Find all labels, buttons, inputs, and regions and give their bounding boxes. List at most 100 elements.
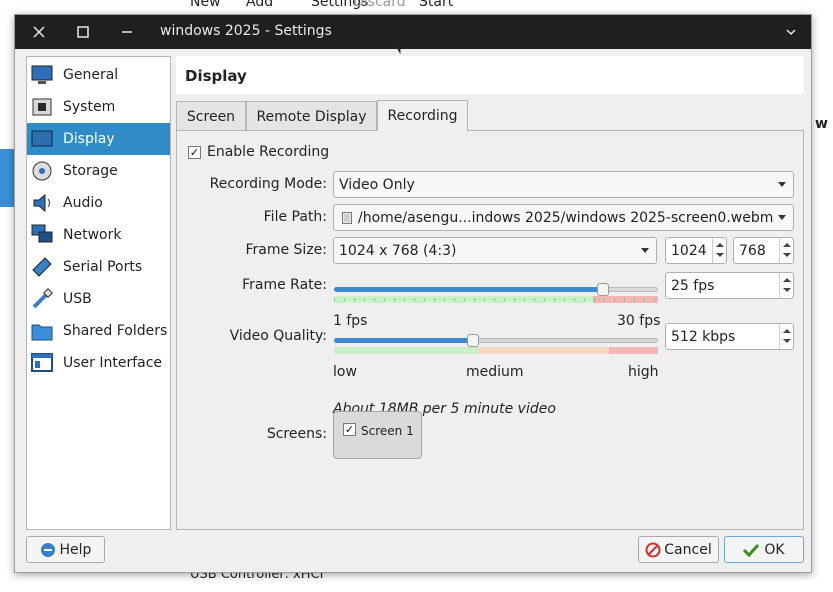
slider-fill	[334, 338, 473, 343]
tab-label: Screen	[186, 108, 236, 125]
sidebar-item-label: Shared Folders	[63, 323, 168, 339]
help-button[interactable]: Help	[26, 536, 105, 563]
spin-arrows-icon[interactable]	[779, 324, 793, 349]
spin-arrows-icon[interactable]	[779, 273, 793, 298]
tab-screen[interactable]: Screen	[176, 101, 246, 131]
sidebar-item-label: Serial Ports	[63, 259, 143, 275]
spin-arrows-icon[interactable]	[779, 238, 793, 263]
background-vm-list	[0, 30, 14, 590]
settings-dialog: windows 2025 - Settings General System D…	[14, 14, 812, 573]
help-icon	[40, 542, 55, 557]
recording-mode-value: Video Only	[339, 176, 415, 193]
slider-zones	[334, 347, 658, 354]
slider-handle[interactable]	[597, 283, 609, 296]
frame-height-spinbox[interactable]: 768	[733, 237, 794, 264]
checkmark-icon	[743, 543, 760, 557]
sidebar-item-label: Network	[63, 227, 122, 243]
sidebar-item-user-interface[interactable]: User Interface	[27, 347, 170, 379]
frame-rate-label: Frame Rate:	[242, 277, 327, 293]
bg-menu-add: Add	[246, 0, 274, 10]
bg-right-letter: w	[815, 116, 828, 132]
frame-rate-value: 25 fps	[671, 277, 715, 294]
minimize-icon	[122, 31, 132, 33]
disk-icon	[30, 159, 54, 183]
frame-size-select[interactable]: 1024 x 768 (4:3)	[333, 237, 657, 264]
usb-icon	[30, 287, 54, 311]
titlebar: windows 2025 - Settings	[15, 15, 811, 49]
sidebar-item-label: System	[63, 99, 116, 115]
file-icon	[342, 211, 352, 224]
recording-panel: ✓ Enable Recording Recording Mode: Video…	[176, 130, 804, 530]
speaker-icon	[30, 191, 54, 215]
settings-sidebar: General System Display Storage Audio Net…	[26, 56, 171, 530]
network-icon	[30, 223, 54, 247]
sidebar-item-system[interactable]: System	[27, 91, 170, 123]
close-window-button[interactable]	[28, 21, 50, 43]
sidebar-item-label: Display	[63, 131, 115, 147]
tab-label: Remote Display	[256, 108, 367, 125]
sidebar-item-label: USB	[63, 291, 92, 307]
video-quality-slider[interactable]	[334, 334, 658, 359]
video-quality-value: 512 kbps	[671, 328, 736, 345]
slider-fill	[334, 287, 603, 292]
sidebar-item-serial-ports[interactable]: Serial Ports	[27, 251, 170, 283]
cancel-icon	[645, 542, 661, 557]
video-quality-label: Video Quality:	[229, 328, 327, 344]
sidebar-item-network[interactable]: Network	[27, 219, 170, 251]
recording-mode-label: Recording Mode:	[209, 176, 327, 192]
screen1-checkbox[interactable]: ✓	[343, 423, 356, 436]
minimize-window-button[interactable]	[116, 21, 138, 43]
background-menubar: New Add Settings Discard Start	[180, 0, 740, 14]
chip-icon	[30, 95, 54, 119]
enable-recording-label: Enable Recording	[207, 144, 330, 160]
ok-label: OK	[764, 541, 785, 558]
quality-medium-label: medium	[466, 364, 524, 380]
serial-port-icon	[30, 255, 54, 279]
window-icon	[30, 351, 54, 375]
cancel-button[interactable]: Cancel	[638, 536, 719, 563]
frame-rate-max-label: 30 fps	[617, 313, 661, 329]
sidebar-item-display[interactable]: Display	[27, 123, 170, 155]
quality-high-label: high	[628, 364, 659, 380]
background-details: USB Controller: xHCI	[180, 573, 580, 592]
frame-rate-slider[interactable]	[334, 283, 658, 308]
slider-handle[interactable]	[467, 334, 479, 347]
frame-size-label: Frame Size:	[245, 242, 327, 258]
bg-detail-usb: USB Controller: xHCI	[190, 573, 324, 582]
sidebar-item-usb[interactable]: USB	[27, 283, 170, 315]
maximize-window-button[interactable]	[72, 21, 94, 43]
recording-mode-select[interactable]: Video Only	[333, 171, 794, 198]
bg-menu-start: Start	[419, 0, 454, 10]
sidebar-item-audio[interactable]: Audio	[27, 187, 170, 219]
frame-width-spinbox[interactable]: 1024	[665, 237, 727, 264]
tab-remote-display[interactable]: Remote Display	[246, 101, 377, 131]
bg-menu-new: New	[190, 0, 221, 10]
screen1-label: Screen 1	[361, 424, 414, 438]
spin-arrows-icon[interactable]	[712, 238, 726, 263]
page-title: Display	[185, 67, 247, 85]
quality-low-label: low	[333, 364, 357, 380]
tab-recording[interactable]: Recording	[377, 100, 468, 131]
sidebar-item-general[interactable]: General	[27, 59, 170, 91]
sidebar-item-label: User Interface	[63, 355, 163, 371]
sidebar-item-shared-folders[interactable]: Shared Folders	[27, 315, 170, 347]
slider-ticks	[334, 298, 658, 301]
monitor-icon	[30, 63, 54, 87]
dropdown-arrow-icon	[641, 248, 649, 253]
enable-recording-checkbox[interactable]: ✓	[188, 146, 201, 159]
video-quality-spinbox[interactable]: 512 kbps	[665, 323, 794, 350]
bg-menu-discard: Discard	[353, 0, 406, 10]
background-right-strip: w	[812, 14, 833, 574]
ok-button[interactable]: OK	[724, 536, 804, 563]
frame-width-value: 1024	[671, 242, 707, 259]
close-icon	[33, 26, 45, 38]
frame-rate-spinbox[interactable]: 25 fps	[665, 272, 794, 299]
chevron-down-icon	[786, 29, 796, 36]
frame-height-value: 768	[739, 242, 766, 259]
folder-icon	[30, 319, 54, 343]
file-path-select[interactable]: /home/asengu...indows 2025/windows 2025-…	[333, 204, 794, 231]
sidebar-item-storage[interactable]: Storage	[27, 155, 170, 187]
tab-label: Recording	[387, 108, 458, 124]
help-label: Help	[59, 541, 92, 558]
window-menu-button[interactable]	[780, 21, 802, 43]
